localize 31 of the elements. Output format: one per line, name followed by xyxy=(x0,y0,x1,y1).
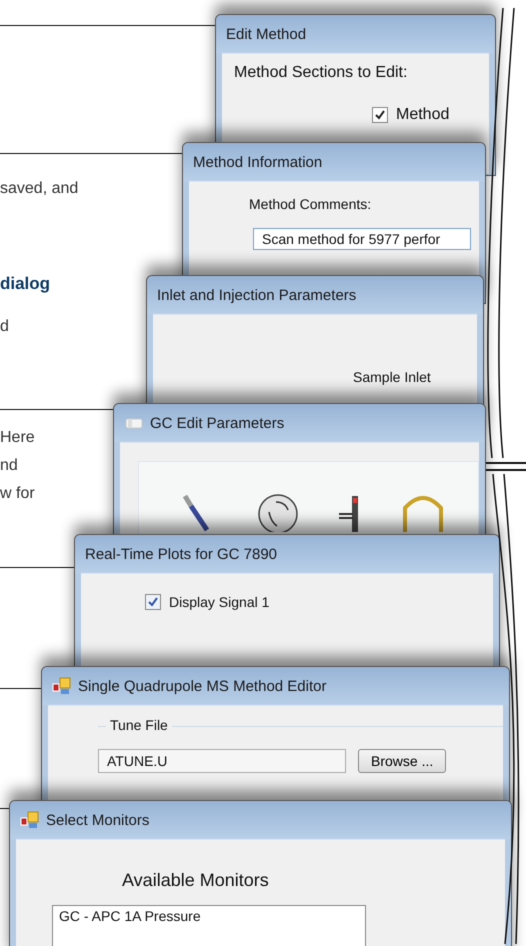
window-title: Single Quadrupole MS Method Editor xyxy=(78,678,326,694)
window-title: GC Edit Parameters xyxy=(150,414,284,432)
checkbox[interactable] xyxy=(145,594,161,610)
checkbox[interactable] xyxy=(372,107,388,123)
list-heading: Available Monitors xyxy=(122,870,269,891)
checkbox-label: Display Signal 1 xyxy=(169,594,270,610)
group-label: Tune File xyxy=(106,717,172,733)
comments-field[interactable]: Scan method for 5977 perfor xyxy=(253,228,471,250)
section-label: Method Sections to Edit: xyxy=(234,64,408,82)
list-item[interactable]: GC - APC 1A Pressure xyxy=(59,908,201,924)
window-icon xyxy=(124,416,144,430)
window-title: Real-Time Plots for GC 7890 xyxy=(85,546,278,562)
tune-file-field[interactable]: ATUNE.U xyxy=(98,749,346,773)
checkbox-label: Method xyxy=(396,106,450,124)
callout-text: saved, and xyxy=(0,180,78,198)
callout-text: d xyxy=(0,318,9,336)
comments-label: Method Comments: xyxy=(249,196,372,212)
callout-text: Here xyxy=(0,429,35,447)
callout-text: dialog xyxy=(0,274,50,294)
callout-text: w for xyxy=(0,485,35,503)
window-title: Edit Method xyxy=(226,26,306,42)
app-icon xyxy=(52,676,72,696)
app-icon xyxy=(20,810,40,830)
window-title: Select Monitors xyxy=(46,812,150,828)
sample-inlet-label: Sample Inlet xyxy=(353,369,431,385)
leader-line xyxy=(0,808,9,809)
leader-line xyxy=(0,688,41,689)
window-title: Inlet and Injection Parameters xyxy=(157,286,356,304)
callout-text: nd xyxy=(0,457,18,475)
window-title: Method Information xyxy=(193,154,322,170)
browse-button[interactable]: Browse ... xyxy=(358,749,446,773)
